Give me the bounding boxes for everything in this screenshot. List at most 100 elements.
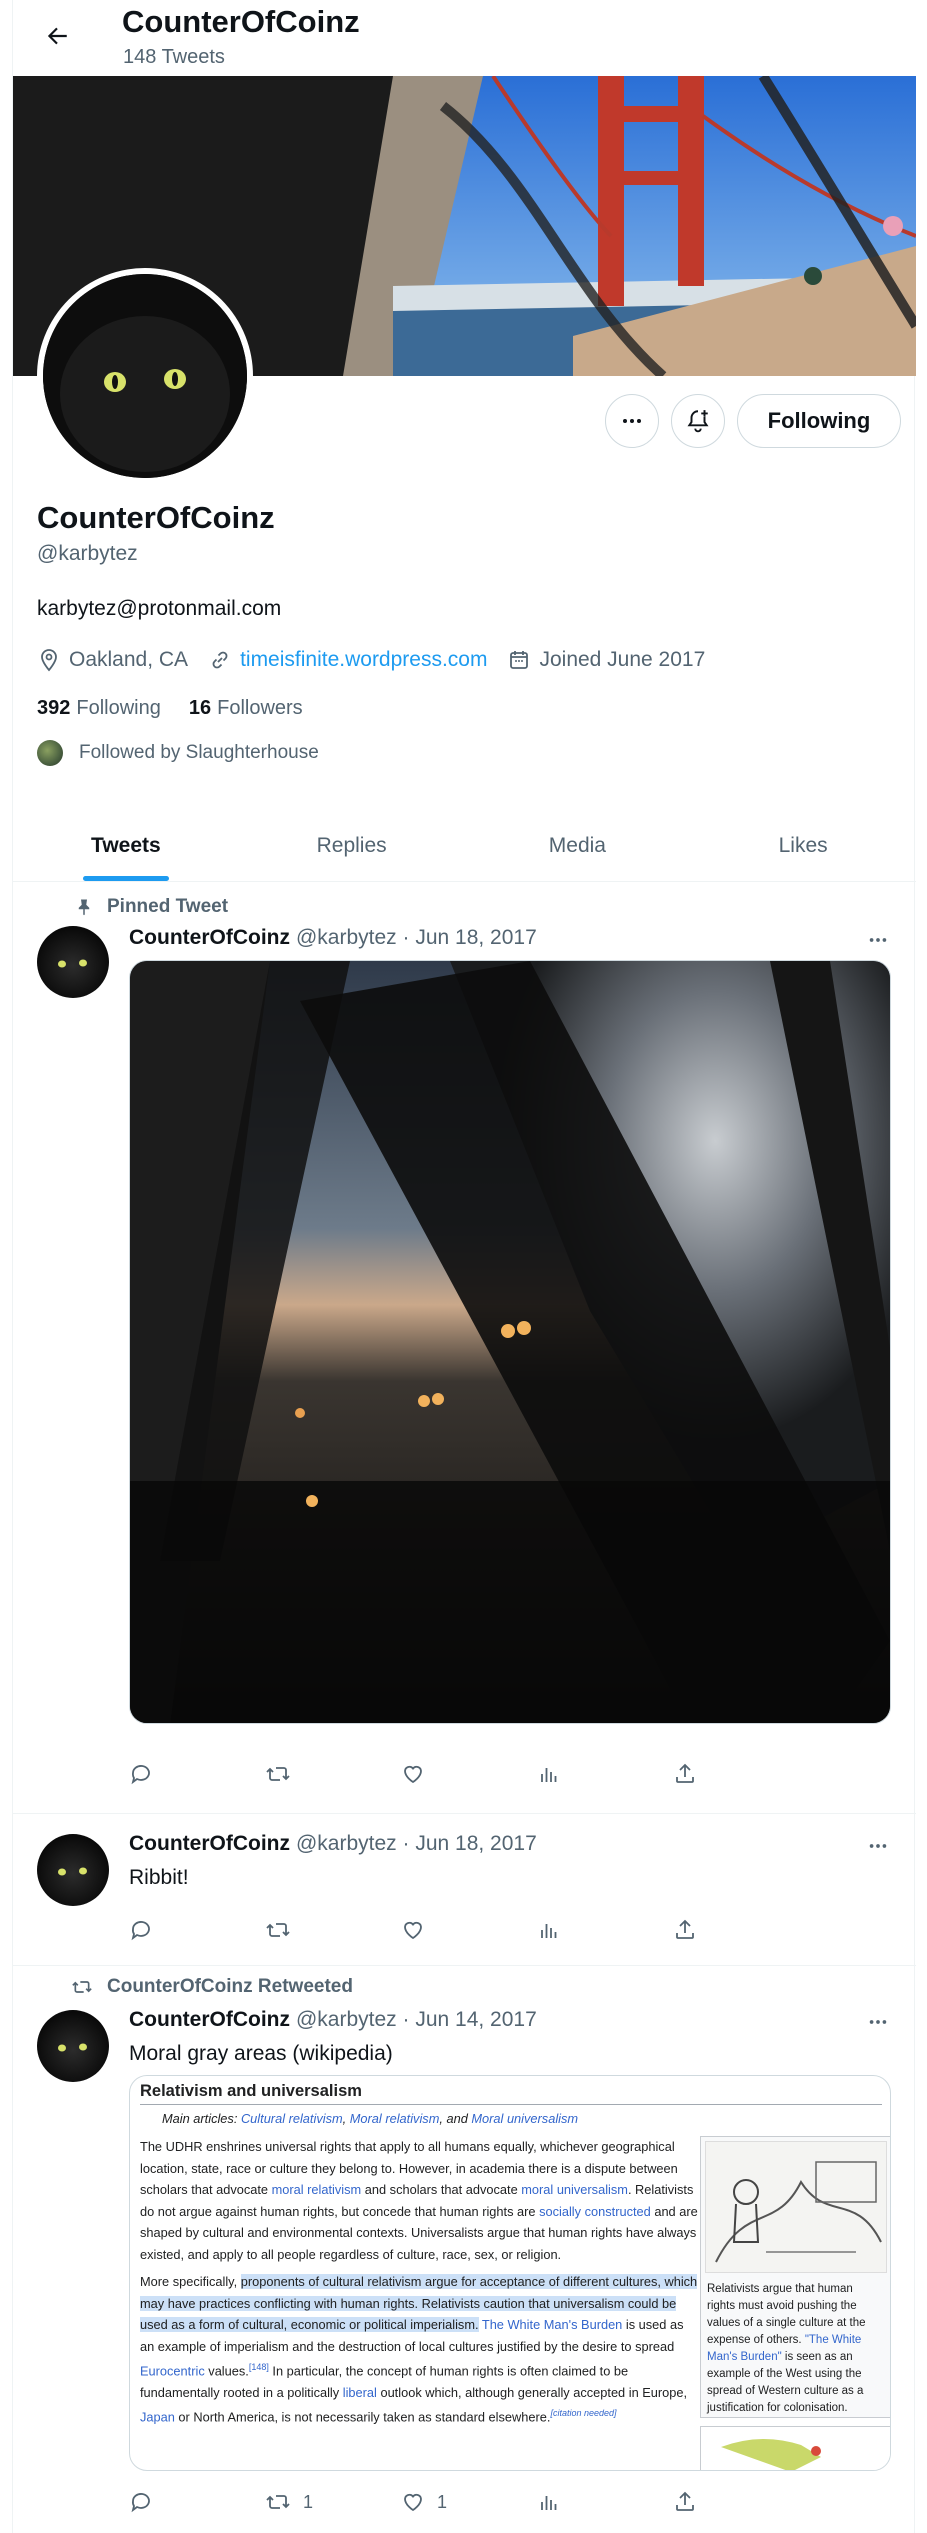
tab-replies[interactable]: Replies: [239, 810, 465, 881]
wiki-citation-needed: [citation needed]: [550, 2408, 617, 2419]
more-icon: [869, 938, 887, 942]
tab-likes[interactable]: Likes: [690, 810, 916, 881]
reply-icon: [131, 2493, 150, 2513]
reply-icon: [131, 1921, 150, 1941]
location-text: Oakland, CA: [69, 648, 189, 671]
wiki-main-separator: , and: [439, 2111, 472, 2126]
notifications-button[interactable]: [671, 394, 725, 448]
avatar[interactable]: [37, 926, 109, 998]
wiki-text: More specifically,: [140, 2274, 241, 2289]
tweet-pinned[interactable]: Pinned Tweet CounterOfCoinz @karbytez · …: [13, 882, 916, 1814]
frosted-window-photo: [130, 961, 890, 1723]
share-button[interactable]: [673, 2490, 809, 2514]
wiki-link: Eurocentric: [140, 2363, 205, 2379]
location-icon: [41, 649, 57, 672]
wiki-main-articles: Main articles: Cultural relativism, Mora…: [162, 2111, 700, 2126]
tweet-more-button[interactable]: [860, 2010, 896, 2034]
tweet-ribbit[interactable]: CounterOfCoinz @karbytez · Jun 18, 2017 …: [13, 1814, 916, 1966]
cat-avatar-image: [58, 959, 87, 968]
tweet-more-button[interactable]: [860, 1834, 896, 1858]
wiki-main-prefix: Main articles:: [162, 2111, 241, 2126]
following-label: Following: [76, 697, 161, 719]
wiki-map-figure: [700, 2426, 890, 2470]
followed-by[interactable]: Followed by Slaughterhouse: [37, 740, 319, 766]
like-button[interactable]: [401, 1762, 537, 1786]
share-icon: [676, 2491, 694, 2511]
tweet-more-button[interactable]: [860, 928, 896, 952]
following-link[interactable]: 392 Following: [37, 697, 161, 720]
bell-plus-icon: [687, 410, 709, 433]
avatar[interactable]: [37, 1834, 109, 1906]
wiki-link: moral relativism: [271, 2182, 362, 2197]
tweet-photo-wikipedia[interactable]: Relativism and universalism Main article…: [129, 2075, 891, 2471]
tweet-context: CounterOfCoinz Retweeted: [53, 1976, 353, 1998]
retweet-icon: [72, 1981, 92, 1993]
link-icon: [212, 651, 228, 669]
website-link[interactable]: timeisfinite.wordpress.com: [240, 648, 487, 672]
views-button[interactable]: [537, 1762, 673, 1786]
wiki-link: liberal: [342, 2384, 377, 2400]
following-button[interactable]: Following: [737, 394, 901, 448]
share-button[interactable]: [673, 1762, 809, 1786]
heart-icon: [404, 1921, 422, 1940]
tweet-text: Ribbit!: [129, 1866, 189, 1889]
reply-button[interactable]: [129, 2490, 265, 2514]
follow-counts: 392 Following 16 Followers: [37, 697, 303, 720]
follower-avatar: [37, 740, 63, 766]
tweet-actions: [129, 1756, 809, 1792]
wiki-cartoon-image: [705, 2141, 887, 2273]
reply-button[interactable]: [129, 1918, 265, 1942]
cat-avatar-image: [58, 1867, 87, 1876]
wiki-paragraph: The UDHR enshrines universal rights that…: [140, 2136, 700, 2265]
wiki-main-separator: ,: [342, 2111, 350, 2126]
followers-link[interactable]: 16 Followers: [189, 697, 303, 720]
author-name[interactable]: CounterOfCoinz: [129, 926, 290, 950]
tab-media[interactable]: Media: [465, 810, 691, 881]
cat-avatar-image: [58, 2043, 87, 2052]
retweet-count: 1: [303, 2491, 314, 2512]
profile-bio: karbytez@protonmail.com: [37, 597, 282, 620]
wiki-link: The White Man's Burden: [481, 2317, 623, 2332]
more-button[interactable]: [605, 394, 659, 448]
wiki-text: or North America, is not necessarily tak…: [174, 2409, 551, 2425]
more-icon: [623, 419, 641, 423]
tweet-header: CounterOfCoinz @karbytez · Jun 18, 2017: [129, 1832, 537, 1856]
wiki-paragraph: More specifically, proponents of cultura…: [140, 2271, 700, 2428]
retweet-button[interactable]: [265, 1762, 401, 1786]
tweet-meta: @karbytez · Jun 18, 2017: [295, 926, 537, 949]
joined-text: Joined June 2017: [539, 648, 706, 671]
tweet-context: Pinned Tweet: [53, 896, 228, 918]
wiki-link: Japan: [140, 2409, 175, 2425]
retweet-button[interactable]: 1: [265, 2490, 401, 2514]
top-bar: CounterOfCoinz 148 Tweets: [13, 0, 916, 76]
wiki-text: outlook which, although generally accept…: [376, 2384, 688, 2400]
author-name[interactable]: CounterOfCoinz: [129, 1832, 290, 1856]
avatar[interactable]: [37, 2010, 109, 2082]
profile-meta: Oakland, CA timeisfinite.wordpress.com J…: [37, 648, 725, 672]
page-title: CounterOfCoinz: [122, 4, 360, 39]
wiki-link: Cultural relativism: [240, 2111, 343, 2126]
wiki-caption: Relativists argue that human rights must…: [707, 2281, 883, 2417]
cartoon-illustration: [706, 2142, 886, 2272]
tweet-header: CounterOfCoinz @karbytez · Jun 18, 2017: [129, 926, 537, 950]
views-button[interactable]: [537, 2490, 673, 2514]
wiki-link: Moral relativism: [349, 2111, 440, 2126]
share-icon: [676, 1919, 694, 1939]
like-button[interactable]: [401, 1918, 537, 1942]
tweet-count: 148 Tweets: [123, 46, 225, 68]
reply-button[interactable]: [129, 1762, 265, 1786]
share-icon: [676, 1763, 694, 1783]
website-item[interactable]: timeisfinite.wordpress.com: [208, 648, 487, 672]
share-button[interactable]: [673, 1918, 809, 1942]
back-button[interactable]: [37, 16, 77, 56]
pin-icon: [78, 899, 90, 916]
author-name[interactable]: CounterOfCoinz: [129, 2008, 290, 2032]
profile-avatar[interactable]: [37, 268, 253, 484]
retweet-button[interactable]: [265, 1918, 401, 1942]
like-button[interactable]: 1: [401, 2490, 537, 2514]
views-button[interactable]: [537, 1918, 673, 1942]
tab-tweets[interactable]: Tweets: [13, 810, 239, 881]
tweet-photo[interactable]: [129, 960, 891, 1724]
context-label: CounterOfCoinz Retweeted: [107, 1976, 353, 1997]
heart-icon: [404, 2493, 422, 2512]
